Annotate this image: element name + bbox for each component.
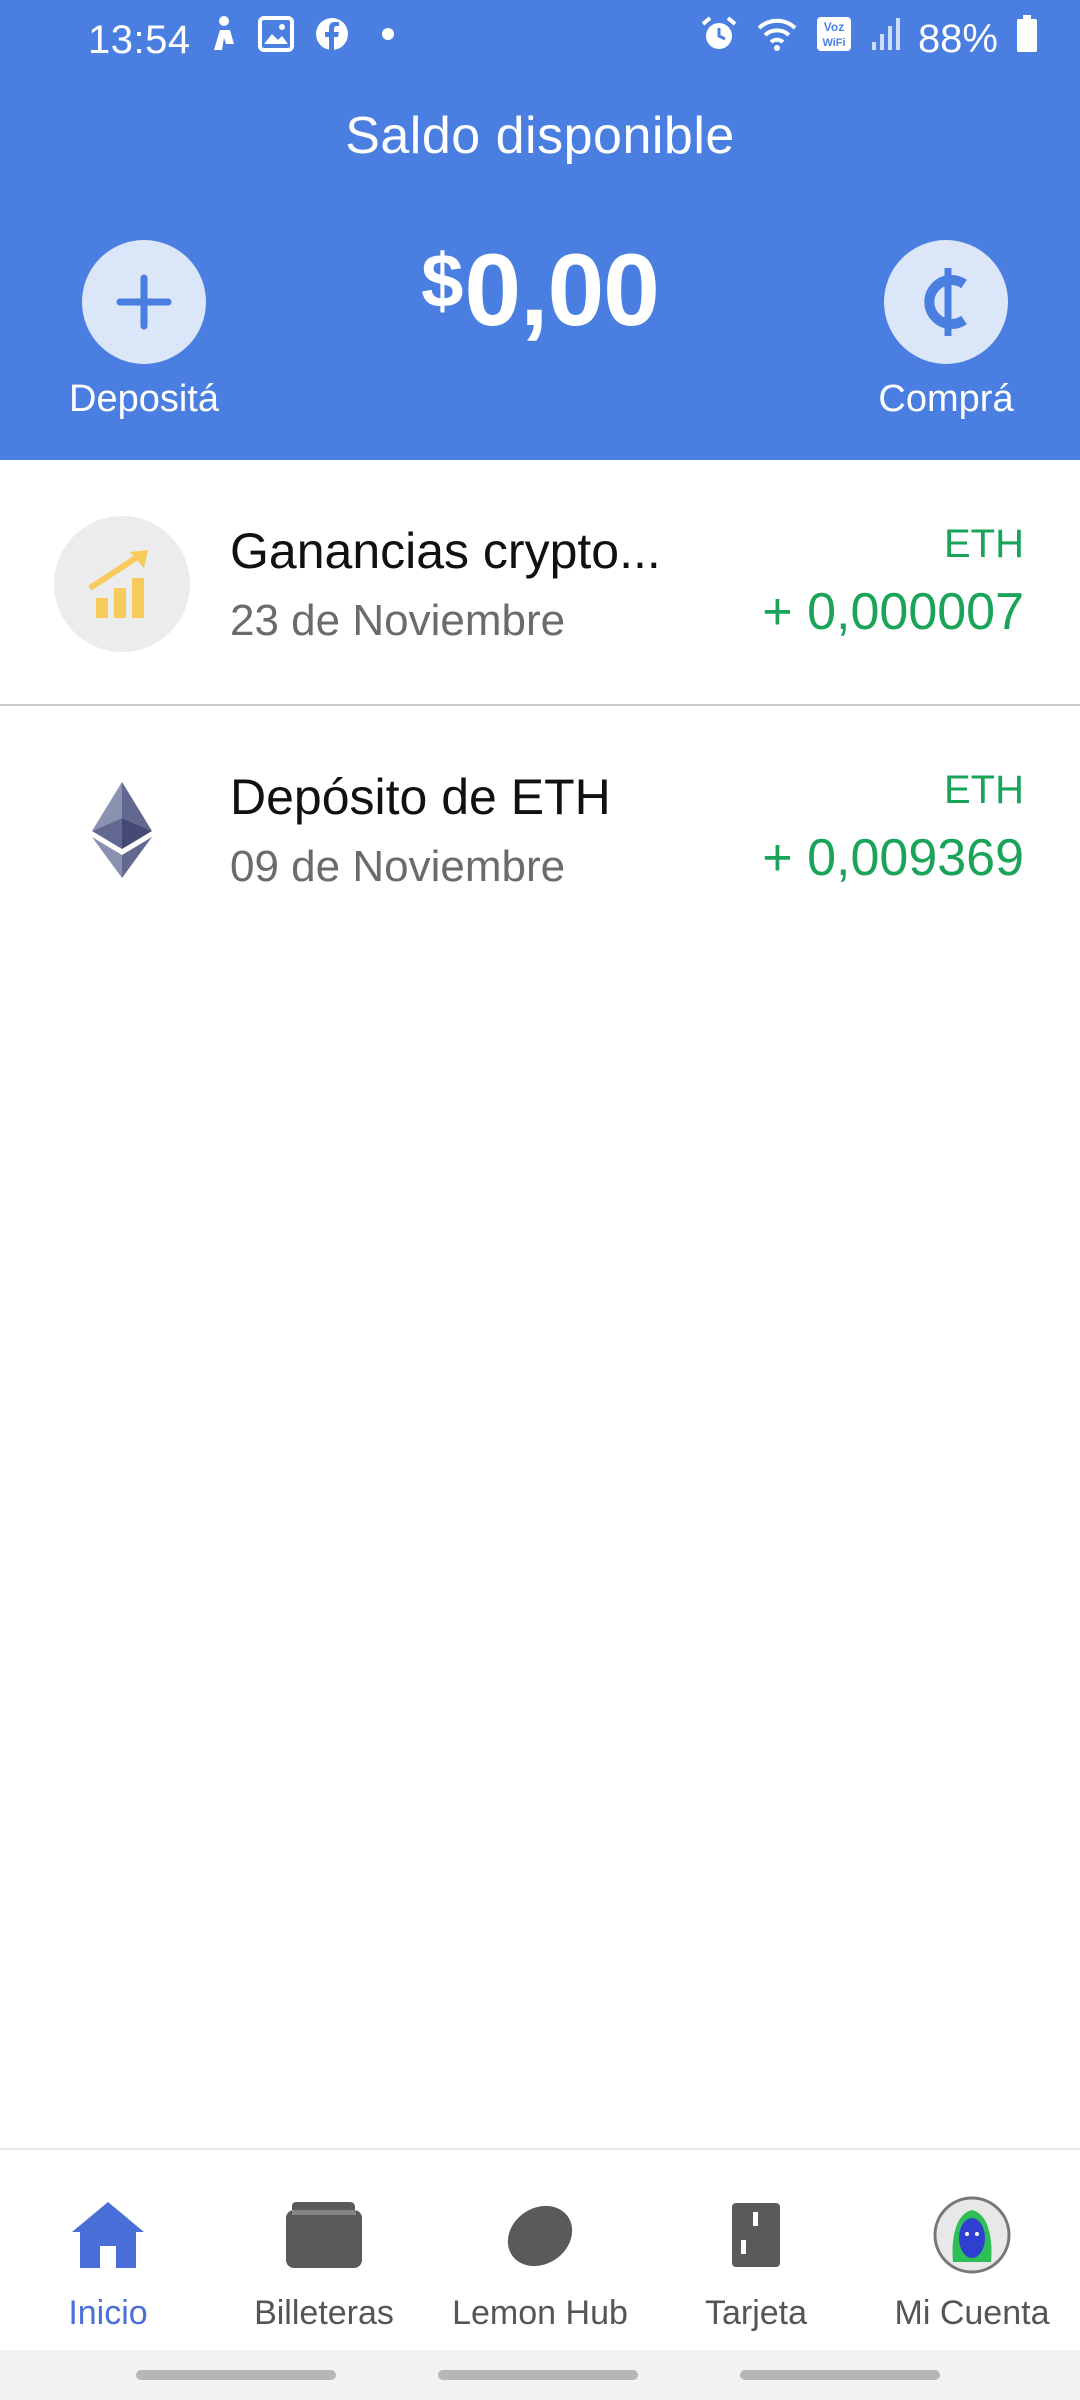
transaction-row[interactable]: Ganancias crypto... 23 de Noviembre ETH … — [0, 460, 1080, 706]
balance-header: 13:54 Voz WiFi 88% Saldo disponible $0,0… — [0, 0, 1080, 460]
status-bar: 13:54 Voz WiFi 88% — [0, 0, 1080, 80]
dot-icon — [370, 16, 406, 62]
card-icon[interactable] — [648, 2190, 864, 2280]
transaction-title: Ganancias crypto... — [230, 523, 661, 579]
nav-label-billeteras: Billeteras — [254, 2294, 394, 2332]
voz-wifi-wifi-text: WiFi — [822, 37, 845, 49]
nav-item-tarjeta[interactable]: Tarjeta — [648, 2150, 864, 2350]
system-back-gesture[interactable] — [136, 2370, 336, 2380]
transaction-amount: + 0,000007 — [762, 583, 1024, 641]
nav-item-inicio[interactable]: Inicio — [0, 2150, 216, 2350]
transaction-title: Depósito de ETH — [230, 769, 611, 825]
lemon-icon[interactable] — [432, 2190, 648, 2280]
transaction-currency: ETH — [944, 522, 1024, 566]
battery-percent: 88% — [917, 16, 998, 61]
status-right-icons: Voz WiFi 88% — [700, 15, 1038, 63]
balance-currency: $ — [421, 239, 463, 324]
transactions-list: Ganancias crypto... 23 de Noviembre ETH … — [0, 460, 1080, 952]
system-home-gesture[interactable] — [438, 2370, 638, 2380]
transaction-amount: + 0,009369 — [762, 829, 1024, 887]
bottom-navigation: Inicio Billeteras Lemon Hub Tarjeta Mi C… — [0, 2148, 1080, 2350]
alarm-icon — [700, 15, 738, 63]
chart-growth-icon — [54, 516, 190, 652]
notification-person-icon — [206, 14, 238, 64]
ethereum-icon — [54, 762, 190, 898]
signal-icon — [870, 16, 900, 62]
voz-wifi-voz-text: Voz — [824, 20, 844, 34]
balance-title: Saldo disponible — [345, 107, 735, 165]
transaction-date: 09 de Noviembre — [230, 842, 566, 891]
nav-label-mi-cuenta: Mi Cuenta — [894, 2294, 1050, 2332]
plus-icon[interactable] — [82, 240, 206, 364]
gallery-icon — [258, 16, 294, 62]
buy-label: Comprá — [878, 378, 1014, 420]
status-time: 13:54 — [88, 18, 191, 62]
transaction-date: 23 de Noviembre — [230, 596, 566, 645]
facebook-icon — [314, 16, 350, 62]
wallet-icon[interactable] — [216, 2190, 432, 2280]
transaction-row[interactable]: Depósito de ETH 09 de Noviembre ETH + 0,… — [0, 706, 1080, 952]
home-icon[interactable] — [0, 2190, 216, 2280]
battery-icon — [1016, 15, 1038, 63]
deposit-button[interactable]: Depositá — [54, 240, 234, 421]
nav-item-lemon-hub[interactable]: Lemon Hub — [432, 2150, 648, 2350]
deposit-label: Depositá — [69, 378, 219, 420]
status-left-icons — [206, 16, 406, 62]
nav-label-lemon-hub: Lemon Hub — [452, 2294, 628, 2332]
cedi-coin-icon[interactable] — [884, 240, 1008, 364]
buy-button[interactable]: Comprá — [856, 240, 1036, 421]
system-recents-gesture[interactable] — [740, 2370, 940, 2380]
nav-item-billeteras[interactable]: Billeteras — [216, 2150, 432, 2350]
balance-number: 0,00 — [464, 233, 660, 347]
voz-wifi-icon: Voz WiFi — [816, 16, 852, 62]
system-navigation-bar — [0, 2350, 1080, 2400]
avatar-icon[interactable] — [864, 2190, 1080, 2280]
nav-item-mi-cuenta[interactable]: Mi Cuenta — [864, 2150, 1080, 2350]
transaction-currency: ETH — [944, 768, 1024, 812]
nav-label-inicio: Inicio — [68, 2294, 148, 2332]
wifi-icon — [756, 16, 798, 62]
nav-label-tarjeta: Tarjeta — [704, 2294, 808, 2332]
